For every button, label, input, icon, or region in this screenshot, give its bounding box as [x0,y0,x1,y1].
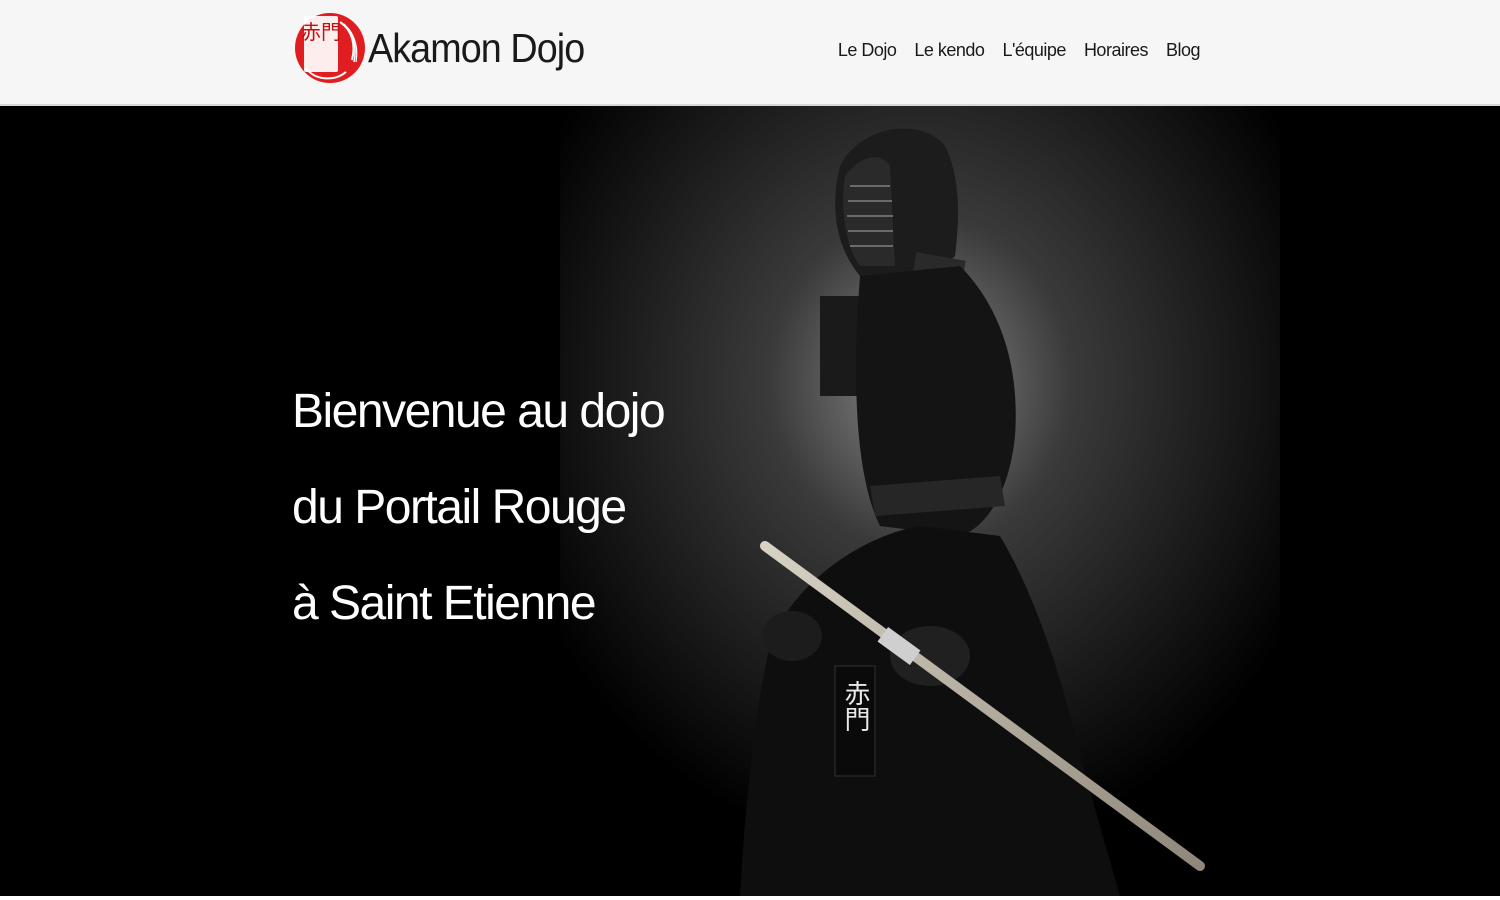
nav-le-kendo[interactable]: Le kendo [914,40,985,61]
home-logo-link[interactable]: 赤門 Akamon Dojo [294,8,603,88]
hero-title: Bienvenue au dojo du Portail Rouge à Sai… [292,364,666,652]
nav-blog[interactable]: Blog [1166,40,1201,61]
nav-equipe[interactable]: L'équipe [1002,40,1066,61]
hero-title-line-1: Bienvenue au dojo [292,385,666,438]
emblem-glyph-aka: 赤門 [301,20,341,44]
nav-le-dojo[interactable]: Le Dojo [838,40,897,61]
kendoka-photo: 赤門 [560,106,1280,896]
logo-text: Akamon Dojo [368,24,585,71]
hero-title-line-2: du Portail Rouge [292,481,627,534]
page-bottom-edge [0,896,1500,900]
akamon-logo-icon: 赤門 [295,13,365,83]
hero-banner: 赤門 Bienvenue au dojo du Portail Rouge à … [0,106,1500,896]
main-nav: Le Dojo Le kendo L'équipe Horaires Blog [838,40,1201,61]
zekken-glyphs: 赤門 [840,680,870,732]
hero-title-line-3: à Saint Etienne [292,577,597,630]
site-header: 赤門 Akamon Dojo Le Dojo Le kendo L'équipe… [0,0,1500,106]
nav-horaires[interactable]: Horaires [1084,40,1149,61]
